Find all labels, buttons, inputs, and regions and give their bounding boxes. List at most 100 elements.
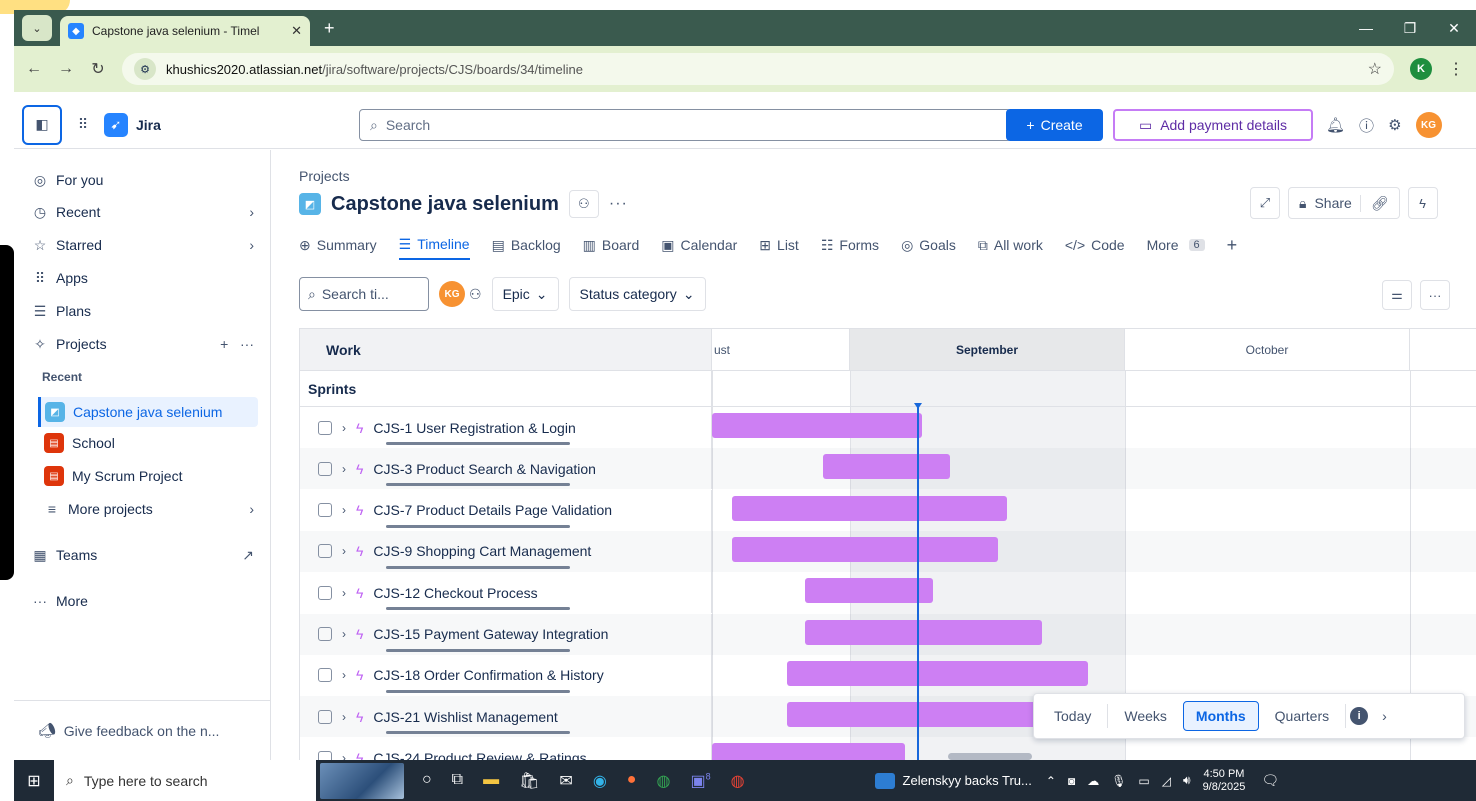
timeline-row[interactable]: › ϟ CJS-15 Payment Gateway Integration <box>300 613 1476 655</box>
expand-chevron-icon[interactable]: › <box>342 462 346 476</box>
mail-icon[interactable]: ✉ <box>559 771 572 791</box>
tab-code[interactable]: </> Code <box>1065 230 1125 260</box>
notifications-bell-icon[interactable]: 🔔︎ <box>1326 116 1345 134</box>
microphone-icon[interactable]: 🎙︎ <box>1111 774 1126 788</box>
work-item-title[interactable]: CJS-24 Product Review & Ratings <box>373 750 586 760</box>
row-checkbox[interactable] <box>318 585 332 600</box>
timeline-bar[interactable] <box>804 619 1042 645</box>
view-settings-sliders-icon[interactable]: ⚌ <box>1382 280 1412 310</box>
sidebar-item-school[interactable]: ▤ School <box>44 429 266 457</box>
timeline-row[interactable]: › ϟ CJS-7 Product Details Page Validation <box>300 489 1476 531</box>
clock[interactable]: 4:50 PM 9/8/2025 <box>1203 768 1246 794</box>
expand-chevron-icon[interactable]: › <box>342 710 346 724</box>
sprints-label[interactable]: Sprints <box>300 371 712 407</box>
tab-all-work[interactable]: ⧉ All work <box>978 230 1043 260</box>
sidebar-item-more[interactable]: ··· More <box>32 587 254 615</box>
row-checkbox[interactable] <box>318 750 332 760</box>
timeline-bar[interactable] <box>787 702 1042 728</box>
sidebar-item-more-projects[interactable]: ≡ More projects › <box>44 495 254 523</box>
tab-summary[interactable]: ⊕ Summary <box>299 230 377 260</box>
tab-calendar[interactable]: ▣ Calendar <box>661 230 737 260</box>
timeline-row[interactable]: › ϟ CJS-9 Shopping Cart Management <box>300 530 1476 572</box>
site-settings-icon[interactable]: ⚙ <box>134 58 156 80</box>
app-switcher-icon[interactable]: ⠿ <box>68 116 98 133</box>
url-field[interactable]: ⚙ khushics2020.atlassian.net/jira/softwa… <box>122 53 1394 85</box>
tab-goals[interactable]: ◎ Goals <box>901 230 956 260</box>
tab-more[interactable]: More 6 <box>1147 230 1205 260</box>
work-item-title[interactable]: CJS-9 Shopping Cart Management <box>373 543 591 559</box>
sidebar-item-projects[interactable]: ✧ Projects + ··· <box>32 330 254 358</box>
global-search-input[interactable]: ⌕ Search <box>359 109 1011 141</box>
timeline-row[interactable]: › ϟ CJS-1 User Registration & Login <box>300 407 1476 448</box>
months-button[interactable]: Months <box>1182 701 1259 731</box>
add-project-icon[interactable]: + ··· <box>220 336 254 352</box>
sidebar-item-my-scrum-project[interactable]: ▤ My Scrum Project <box>44 462 266 490</box>
expand-chevron-icon[interactable]: › <box>342 751 346 760</box>
profile-avatar[interactable]: K <box>1410 58 1432 80</box>
row-checkbox[interactable] <box>318 503 332 518</box>
weeks-button[interactable]: Weeks <box>1112 702 1179 730</box>
chrome-icon[interactable]: ◍ <box>656 771 670 791</box>
sidebar-item-for-you[interactable]: ◎ For you <box>32 166 254 194</box>
onedrive-icon[interactable]: ☁ <box>1087 774 1099 788</box>
forward-icon[interactable]: → <box>58 60 74 78</box>
expand-chevron-icon[interactable]: › <box>342 586 346 600</box>
row-checkbox[interactable] <box>318 668 332 683</box>
tab-forms[interactable]: ☷ Forms <box>821 230 879 260</box>
timeline-row[interactable]: › ϟ CJS-24 Product Review & Ratings <box>300 737 1476 760</box>
tray-expand-icon[interactable]: ⌃ <box>1046 774 1056 788</box>
tab-list[interactable]: ⊞ List <box>759 230 799 260</box>
assignee-filter-avatar[interactable]: KG <box>439 281 465 307</box>
tab-board[interactable]: ▥ Board <box>583 230 640 260</box>
work-item-title[interactable]: CJS-3 Product Search & Navigation <box>373 461 596 477</box>
quarters-button[interactable]: Quarters <box>1263 702 1341 730</box>
back-icon[interactable]: ← <box>26 60 42 78</box>
user-avatar[interactable]: KG <box>1415 112 1442 138</box>
news-widget[interactable]: Zelenskyy backs Tru... <box>874 772 1032 789</box>
store-icon[interactable]: 🛍︎ <box>519 771 539 791</box>
chevron-right-icon[interactable]: › <box>1382 708 1387 724</box>
firefox-icon[interactable]: ● <box>627 771 637 791</box>
status-category-filter-button[interactable]: Status category ⌄ <box>568 277 706 311</box>
file-explorer-icon[interactable]: ▬ <box>483 771 499 791</box>
work-item-title[interactable]: CJS-21 Wishlist Management <box>373 709 557 725</box>
battery-icon[interactable]: ▭ <box>1138 774 1149 788</box>
meet-now-icon[interactable]: ◙ <box>1068 774 1075 788</box>
sidebar-toggle-icon[interactable]: ◧ <box>22 104 62 145</box>
settings-gear-icon[interactable]: ⚙ <box>1388 116 1401 134</box>
timeline-row[interactable]: › ϟ CJS-18 Order Confirmation & History <box>300 654 1476 696</box>
teams-app-icon[interactable]: ▣8 <box>690 771 710 791</box>
close-window-icon[interactable]: ✕ <box>1432 10 1476 46</box>
close-tab-icon[interactable]: ✕ <box>291 23 302 39</box>
minimize-icon[interactable]: — <box>1344 10 1388 46</box>
restore-icon[interactable]: ❐ <box>1388 10 1432 46</box>
timeline-row[interactable]: › ϟ CJS-12 Checkout Process <box>300 572 1476 614</box>
expand-chevron-icon[interactable]: › <box>342 503 346 517</box>
sidebar-item-plans[interactable]: ☰ Plans <box>32 297 254 325</box>
sidebar-item-capstone-java-selenium[interactable]: ◩ Capstone java selenium <box>38 397 258 427</box>
timeline-bar[interactable] <box>732 536 998 562</box>
expand-chevron-icon[interactable]: › <box>342 544 346 558</box>
work-item-title[interactable]: CJS-12 Checkout Process <box>373 585 537 601</box>
sidebar-item-starred[interactable]: ☆ Starred › <box>32 231 254 259</box>
timeline-bar[interactable] <box>804 578 934 604</box>
info-icon[interactable]: i <box>1350 707 1369 725</box>
timeline-bar[interactable] <box>712 743 906 760</box>
tab-timeline[interactable]: ☰ Timeline <box>398 230 470 260</box>
row-checkbox[interactable] <box>318 627 332 641</box>
work-item-title[interactable]: CJS-15 Payment Gateway Integration <box>373 626 608 642</box>
row-checkbox[interactable] <box>318 709 332 724</box>
cortana-icon[interactable]: ○ <box>422 771 432 791</box>
automation-lightning-icon[interactable]: ϟ <box>1407 187 1438 219</box>
bookmark-star-icon[interactable]: ☆ <box>1368 59 1382 79</box>
timeline-bar[interactable] <box>787 660 1088 686</box>
timeline-bar[interactable] <box>823 454 950 480</box>
sidebar-item-teams[interactable]: ▦ Teams ↗ <box>32 541 254 569</box>
reload-icon[interactable]: ↻ <box>90 59 106 79</box>
row-checkbox[interactable] <box>318 420 332 435</box>
link-icon[interactable]: 🔗︎ <box>1359 194 1389 212</box>
tab-backlog[interactable]: ▤ Backlog <box>492 230 561 260</box>
task-view-icon[interactable]: ⧉ <box>452 771 463 791</box>
chrome-profile-icon[interactable]: ◍ <box>731 771 745 791</box>
work-item-title[interactable]: CJS-1 User Registration & Login <box>373 420 575 436</box>
